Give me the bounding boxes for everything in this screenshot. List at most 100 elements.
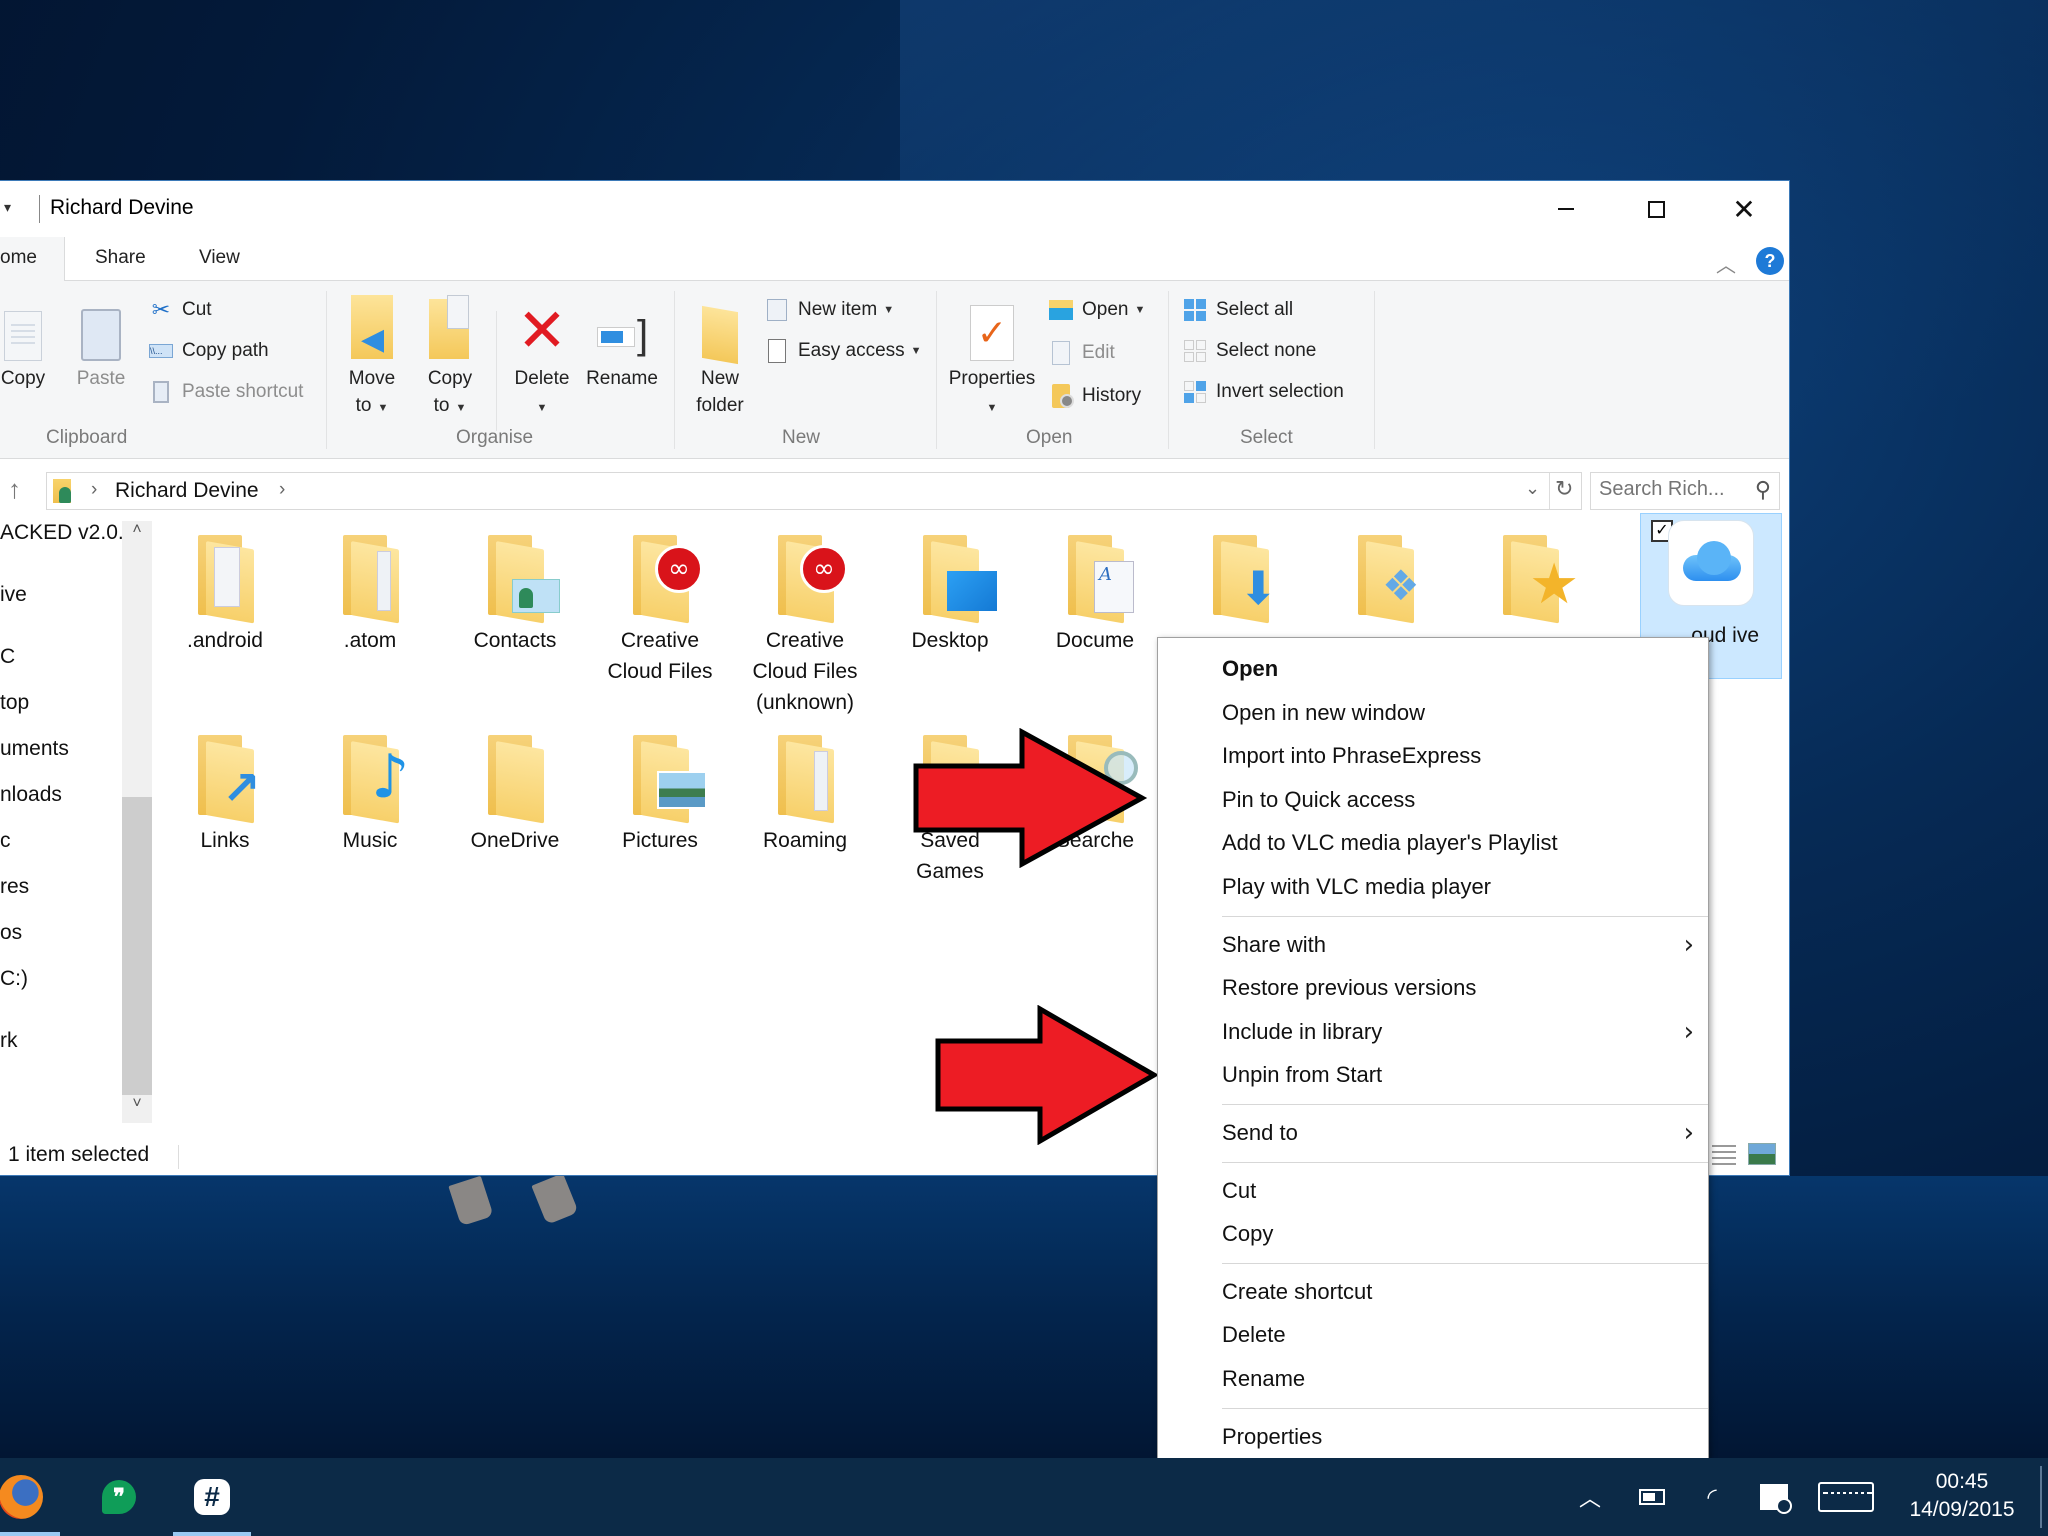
group-separator xyxy=(1168,291,1169,449)
nav-item[interactable]: ive xyxy=(0,583,27,607)
folder-item[interactable]: ∞ Creative Cloud Files xyxy=(595,521,725,687)
invert-selection-button[interactable]: Invert selection xyxy=(1182,377,1344,407)
new-folder-button[interactable]: New folder xyxy=(688,291,752,419)
menu-item-unpin-from-start[interactable]: Unpin from Start xyxy=(1158,1054,1708,1096)
menu-item-send-to[interactable]: Send to › xyxy=(1158,1112,1708,1154)
folder-item[interactable]: ⬇ xyxy=(1175,521,1305,625)
scroll-down-icon[interactable]: ˅ xyxy=(122,1095,152,1123)
nav-item[interactable]: ACKED v2.0.a xyxy=(0,521,135,545)
cut-button[interactable]: ✂ Cut xyxy=(148,295,212,325)
nav-item[interactable]: nloads xyxy=(0,783,62,807)
open-button[interactable]: Open ▼ xyxy=(1048,295,1145,325)
paste-shortcut-button[interactable]: Paste shortcut xyxy=(148,377,303,407)
maximize-button[interactable] xyxy=(1620,189,1692,229)
rename-button[interactable]: ] Rename xyxy=(584,291,660,392)
nav-item[interactable]: res xyxy=(0,875,29,899)
large-icons-view-icon[interactable] xyxy=(1748,1143,1776,1165)
menu-item-create-shortcut[interactable]: Create shortcut xyxy=(1158,1271,1708,1313)
show-hidden-icons-button[interactable]: ︿ xyxy=(1570,1458,1610,1536)
quick-access-toolbar-dropdown-icon[interactable]: ▾ xyxy=(4,199,11,216)
folder-item[interactable]: Desktop xyxy=(885,521,1015,656)
breadcrumb-richard-devine[interactable]: Richard Devine xyxy=(115,479,259,503)
nav-item[interactable]: c xyxy=(0,829,11,853)
history-button[interactable]: History xyxy=(1048,381,1141,411)
nav-item[interactable]: os xyxy=(0,921,22,945)
folder-item[interactable]: .android xyxy=(160,521,290,656)
nav-item[interactable]: rk xyxy=(0,1029,18,1053)
tab-share[interactable]: Share xyxy=(95,237,146,281)
menu-item-properties[interactable]: Properties xyxy=(1158,1416,1708,1458)
copy-path-button[interactable]: \\... Copy path xyxy=(148,336,269,366)
edit-button[interactable]: Edit xyxy=(1048,338,1115,368)
show-desktop-button[interactable] xyxy=(2040,1466,2042,1528)
menu-item-delete[interactable]: Delete xyxy=(1158,1314,1708,1356)
taskbar-app-firefox[interactable] xyxy=(0,1458,60,1536)
menu-item-import-into-phraseexpress[interactable]: Import into PhraseExpress xyxy=(1158,735,1708,777)
paste-button[interactable]: Paste xyxy=(72,291,130,392)
refresh-icon[interactable]: ↻ xyxy=(1555,476,1573,502)
nav-item[interactable]: C:) xyxy=(0,967,28,991)
menu-item-cut[interactable]: Cut xyxy=(1158,1170,1708,1212)
scroll-up-icon[interactable]: ˄ xyxy=(122,521,152,549)
tab-home[interactable]: ome xyxy=(0,237,65,282)
easy-access-button[interactable]: Easy access ▼ xyxy=(764,336,922,366)
search-input[interactable] xyxy=(1599,478,1739,501)
new-item-button[interactable]: New item ▼ xyxy=(764,295,894,325)
collapse-ribbon-icon[interactable]: ︿ xyxy=(1716,249,1736,278)
folder-item[interactable]: Pictures xyxy=(595,721,725,856)
folder-item[interactable]: Roaming xyxy=(740,721,870,856)
up-arrow-icon[interactable]: ↑ xyxy=(8,474,21,505)
menu-item-play-with-vlc-media-player[interactable]: Play with VLC media player xyxy=(1158,866,1708,908)
details-view-icon[interactable] xyxy=(1712,1145,1736,1165)
taskbar-app-hangouts[interactable]: ❞ xyxy=(80,1458,158,1536)
scroll-thumb[interactable] xyxy=(122,797,152,1095)
minimize-button[interactable] xyxy=(1530,189,1602,229)
nav-scrollbar[interactable]: ˄ ˅ xyxy=(122,521,152,1123)
nav-item[interactable]: uments xyxy=(0,737,69,761)
menu-item-include-in-library[interactable]: Include in library › xyxy=(1158,1011,1708,1053)
address-bar[interactable]: › Richard Devine › ⌄ ↻ xyxy=(46,472,1582,510)
breadcrumb-chevron-icon[interactable]: › xyxy=(91,479,97,501)
action-center-button[interactable] xyxy=(1752,1458,1796,1536)
menu-item-label: Rename xyxy=(1222,1366,1306,1391)
address-history-dropdown-icon[interactable]: ⌄ xyxy=(1525,478,1540,499)
copy-to-button[interactable]: Copy to ▼ xyxy=(420,291,480,422)
clock[interactable]: 00:45 14/09/2015 xyxy=(1892,1468,2032,1524)
tab-view[interactable]: View xyxy=(199,237,240,281)
breadcrumb-chevron-icon[interactable]: › xyxy=(279,479,285,501)
folder-item[interactable]: Contacts xyxy=(450,521,580,656)
menu-item-share-with[interactable]: Share with › xyxy=(1158,924,1708,966)
folder-item[interactable]: .atom xyxy=(305,521,435,656)
nav-item[interactable]: C xyxy=(0,645,15,669)
search-box[interactable]: ⚲ xyxy=(1590,472,1780,510)
touch-keyboard-button[interactable] xyxy=(1814,1458,1878,1536)
taskbar-app-slack[interactable]: # xyxy=(173,1458,251,1536)
folder-item[interactable]: ∞ Creative Cloud Files (unknown) xyxy=(740,521,870,718)
menu-item-label: Unpin from Start xyxy=(1222,1062,1383,1088)
menu-item-open-in-new-window[interactable]: Open in new window xyxy=(1158,692,1708,734)
menu-item-add-to-vlc-media-player-s-playlist[interactable]: Add to VLC media player's Playlist xyxy=(1158,822,1708,864)
wifi-button[interactable]: ◜ xyxy=(1690,1458,1734,1536)
folder-item[interactable]: ★ xyxy=(1465,521,1595,625)
folder-item[interactable]: ↗ Links xyxy=(160,721,290,856)
select-all-button[interactable]: Select all xyxy=(1182,295,1293,325)
folder-item[interactable]: ♪ Music xyxy=(305,721,435,856)
nav-item[interactable]: top xyxy=(0,691,29,715)
folder-dropbox-icon: ❖ xyxy=(1340,521,1430,624)
menu-item-open[interactable]: Open xyxy=(1158,648,1708,690)
help-icon[interactable]: ? xyxy=(1756,247,1784,275)
menu-item-restore-previous-versions[interactable]: Restore previous versions xyxy=(1158,967,1708,1009)
menu-item-pin-to-quick-access[interactable]: Pin to Quick access xyxy=(1158,779,1708,821)
properties-button[interactable]: ✓ Properties ▼ xyxy=(944,291,1040,422)
menu-item-copy[interactable]: Copy xyxy=(1158,1213,1708,1255)
battery-button[interactable] xyxy=(1630,1458,1674,1536)
copy-button[interactable]: Copy xyxy=(0,291,54,392)
delete-button[interactable]: ✕ Delete ▼ xyxy=(508,291,576,422)
menu-item-rename[interactable]: Rename xyxy=(1158,1358,1708,1400)
select-none-button[interactable]: Select none xyxy=(1182,336,1316,366)
folder-item[interactable]: A Docume xyxy=(1030,521,1160,656)
folder-item[interactable]: OneDrive xyxy=(450,721,580,856)
folder-item[interactable]: ❖ xyxy=(1320,521,1450,625)
move-to-button[interactable]: ◀ Move to ▼ xyxy=(340,291,404,422)
close-button[interactable]: ✕ xyxy=(1708,189,1780,229)
